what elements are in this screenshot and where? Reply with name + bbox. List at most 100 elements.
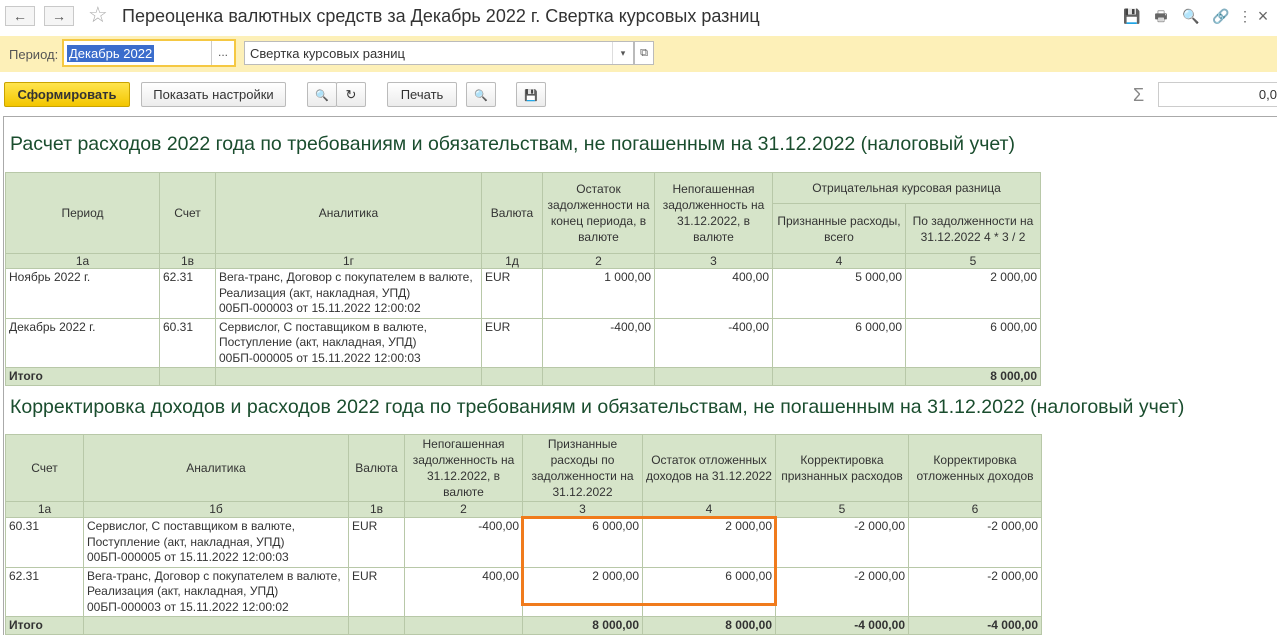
filter-bar: Период: Декабрь 2022 ... Свертка курсовы… xyxy=(0,36,1277,72)
table-row[interactable]: 62.31 Вега-транс, Договор с покупателем … xyxy=(5,566,1042,617)
sum-icon: Σ xyxy=(1133,85,1145,105)
save-report-button[interactable]: 💾 xyxy=(516,82,546,107)
col-number: 1а xyxy=(5,501,84,518)
cell-adj-deferred: -2 000,00 xyxy=(908,517,1042,568)
analytics-line: 00БП-000003 от 15.11.2022 12:00:02 xyxy=(87,599,289,614)
sum-field[interactable]: 0,0 xyxy=(1158,82,1277,107)
col-analytics: Аналитика xyxy=(215,172,482,254)
cell-account: 62.31 xyxy=(159,268,216,319)
total-row: Итого 8 000,00 8 000,00 -4 000,00 -4 000… xyxy=(5,616,1042,635)
period-select-button[interactable]: ... xyxy=(211,41,234,65)
analytics-line: Поступление (акт, накладная, УПД) xyxy=(87,534,285,549)
total-by-debt: 8 000,00 xyxy=(905,367,1041,386)
col-number: 4 xyxy=(642,501,776,518)
col-number: 1в xyxy=(159,253,216,269)
analytics-line: 00БП-000003 от 15.11.2022 12:00:02 xyxy=(219,301,421,315)
forward-button[interactable]: → xyxy=(44,6,74,26)
generate-button[interactable]: Сформировать xyxy=(4,82,130,107)
cell-balance: 1 000,00 xyxy=(542,268,655,319)
analytics-line: Поступление (акт, накладная, УПД) xyxy=(219,335,417,349)
col-account: Счет xyxy=(159,172,216,254)
print-icon[interactable]: 🖶 xyxy=(1152,7,1170,25)
cell-unpaid: -400,00 xyxy=(654,317,773,368)
cell-currency: EUR xyxy=(481,317,543,368)
table-row[interactable]: Ноябрь 2022 г. 62.31 Вега-транс, Договор… xyxy=(5,268,1041,319)
preview-icon: 🔍 xyxy=(474,90,488,102)
col-deferred: Остаток отложенных доходов на 31.12.2022 xyxy=(642,434,776,502)
analytics-line: Вега-транс, Договор с покупателем в валю… xyxy=(219,270,473,284)
period-input[interactable]: Декабрь 2022 ... xyxy=(62,39,236,67)
report1-table: Период Счет Аналитика Валюта Остаток зад… xyxy=(5,172,1041,386)
total-row: Итого 8 000,00 xyxy=(5,367,1041,386)
open-variant-icon[interactable]: ⧉ xyxy=(634,41,654,65)
cell-adj-recognized: -2 000,00 xyxy=(775,517,909,568)
cell-deferred: 6 000,00 xyxy=(642,566,776,617)
star-icon[interactable]: ☆ xyxy=(88,3,108,27)
arrow-right-icon: → xyxy=(52,8,66,24)
col-currency: Валюта xyxy=(481,172,543,254)
cell-unpaid: 400,00 xyxy=(404,566,523,617)
total-adj-recognized: -4 000,00 xyxy=(775,616,909,635)
col-adj-deferred: Корректировка отложенных доходов xyxy=(908,434,1042,502)
cell-currency: EUR xyxy=(481,268,543,319)
col-number: 2 xyxy=(404,501,523,518)
preview-button[interactable]: 🔍 xyxy=(466,82,496,107)
back-button[interactable]: ← xyxy=(5,6,35,26)
report-area[interactable]: Расчет расходов 2022 года по требованиям… xyxy=(3,116,1277,635)
period-label: Период: xyxy=(9,47,59,62)
col-recognized: Признанные расходы, всего xyxy=(772,203,906,254)
col-balance: Остаток задолженности на конец периода, … xyxy=(542,172,655,254)
col-number: 1б xyxy=(83,501,349,518)
save-icon: 💾 xyxy=(524,90,538,102)
search-icon: 🔍 xyxy=(315,90,329,102)
close-icon[interactable]: × xyxy=(1254,7,1272,25)
col-unpaid: Непогашенная задолженность на 31.12.2022… xyxy=(404,434,523,502)
cell-balance: -400,00 xyxy=(542,317,655,368)
page-title: Переоценка валютных средств за Декабрь 2… xyxy=(122,6,760,26)
col-by-debt: По задолженности на 31.12.2022 4 * 3 / 2 xyxy=(905,203,1041,254)
cell-analytics: Сервислог, С поставщиком в валюте, Поступ… xyxy=(83,517,349,568)
analytics-line: 00БП-000005 от 15.11.2022 12:00:03 xyxy=(219,350,421,365)
cell-recognized: 2 000,00 xyxy=(522,566,643,617)
show-settings-button[interactable]: Показать настройки xyxy=(141,82,286,107)
col-number: 1д xyxy=(481,253,543,269)
arrow-left-icon: ← xyxy=(13,8,27,24)
cell-period: Ноябрь 2022 г. xyxy=(5,268,160,319)
cell-analytics: Вега-транс, Договор с покупателем в валю… xyxy=(83,566,349,617)
link-icon[interactable]: 🔗 xyxy=(1212,7,1230,25)
total-label: Итого xyxy=(5,616,84,635)
cell-currency: EUR xyxy=(348,566,405,617)
col-analytics: Аналитика xyxy=(83,434,349,502)
report-variant-select[interactable]: Свертка курсовых разниц ▾ xyxy=(244,41,634,65)
cell-unpaid: 400,00 xyxy=(654,268,773,319)
table-row[interactable]: 60.31 Сервислог, С поставщиком в валюте,… xyxy=(5,517,1042,568)
col-number: 5 xyxy=(905,253,1041,269)
total-adj-deferred: -4 000,00 xyxy=(908,616,1042,635)
cell-by-debt: 2 000,00 xyxy=(905,268,1041,319)
table-row[interactable]: Декабрь 2022 г. 60.31 Сервислог, С поста… xyxy=(5,317,1041,368)
search-next-icon: ↻ xyxy=(345,87,357,102)
cell-currency: EUR xyxy=(348,517,405,568)
col-unpaid: Непогашенная задолженность на 31.12.2022… xyxy=(654,172,773,254)
search-button[interactable]: 🔍 xyxy=(307,82,337,107)
col-number: 1в xyxy=(348,501,405,518)
title-bar: ← → ☆ Переоценка валютных средств за Дек… xyxy=(0,0,1277,34)
cell-adj-recognized: -2 000,00 xyxy=(775,566,909,617)
preview-icon[interactable]: 🔍 xyxy=(1182,7,1200,25)
search-next-button[interactable]: ↻ xyxy=(336,82,366,107)
col-period: Период xyxy=(5,172,160,254)
save-icon[interactable]: 💾 xyxy=(1123,7,1141,25)
chevron-down-icon[interactable]: ▾ xyxy=(612,42,633,64)
report2-heading: Корректировка доходов и расходов 2022 го… xyxy=(10,396,1185,418)
cell-recognized: 5 000,00 xyxy=(772,268,906,319)
print-button[interactable]: Печать xyxy=(387,82,457,107)
analytics-line: Сервислог, С поставщиком в валюте, xyxy=(219,319,428,334)
cell-account: 60.31 xyxy=(159,317,216,368)
more-icon[interactable]: ⋮ xyxy=(1236,7,1254,25)
report-variant-value: Свертка курсовых разниц xyxy=(250,46,405,61)
cell-unpaid: -400,00 xyxy=(404,517,523,568)
cell-recognized: 6 000,00 xyxy=(772,317,906,368)
cell-analytics: Сервислог, С поставщиком в валюте, Поступ… xyxy=(215,317,482,368)
analytics-line: Реализация (акт, накладная, УПД) xyxy=(219,285,411,300)
col-adj-recognized: Корректировка признанных расходов xyxy=(775,434,909,502)
